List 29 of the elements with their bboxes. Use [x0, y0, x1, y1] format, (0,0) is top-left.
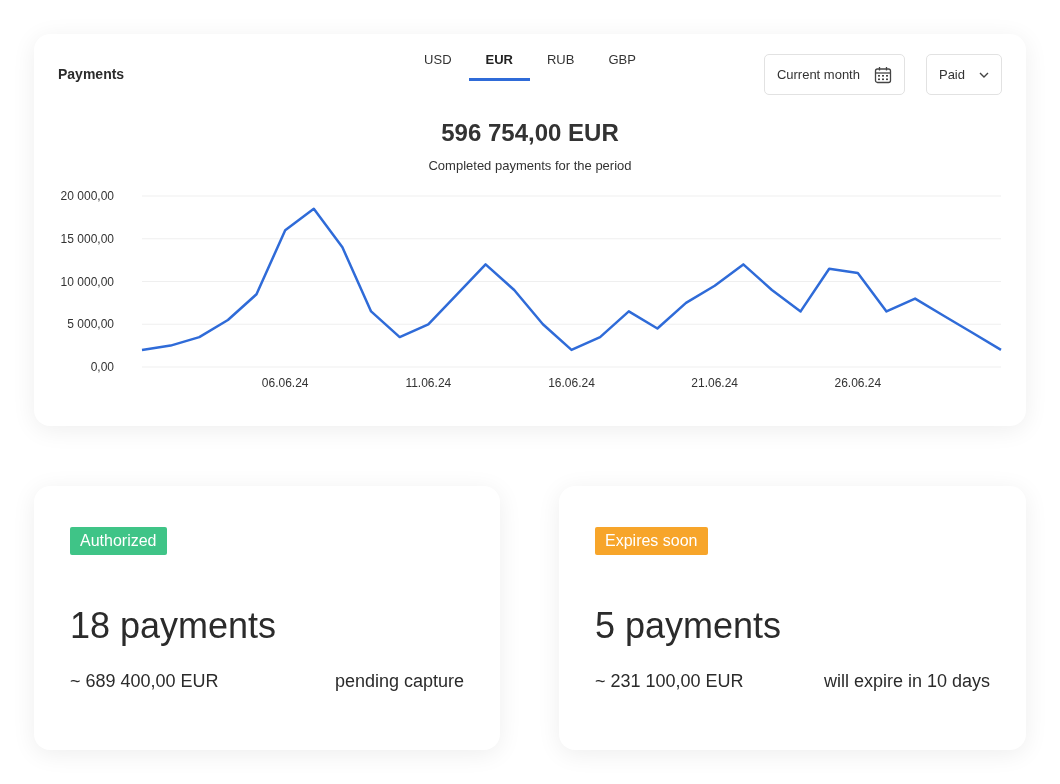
- chevron-down-icon: [979, 71, 989, 78]
- payment-count: 18 payments: [70, 605, 278, 647]
- period-button[interactable]: Current month: [763, 54, 905, 95]
- currency-tab[interactable]: RUB: [530, 52, 592, 81]
- amount-text: ~ 689 400,00 EUR: [70, 671, 219, 692]
- status-tag: Expires soon: [595, 527, 708, 555]
- status-dropdown[interactable]: Paid: [925, 54, 1002, 95]
- currency-tab[interactable]: EUR: [468, 52, 530, 81]
- amount-text: ~ 231 100,00 EUR: [595, 671, 744, 692]
- x-axis-label: 26.06.24: [834, 376, 882, 390]
- note-text: will expire in 10 days: [823, 671, 990, 692]
- total-amount: 596 754,00 EUR: [440, 119, 620, 147]
- x-axis-label: 21.06.24: [691, 376, 739, 390]
- calendar-icon: [873, 65, 892, 84]
- y-axis-label: 20 000,00: [60, 189, 114, 203]
- status-tag: Authorized: [70, 527, 167, 555]
- y-axis-label: 5 000,00: [67, 317, 114, 332]
- x-axis-label: 11.06.24: [405, 376, 452, 390]
- note-text: pending capture: [334, 671, 464, 692]
- x-axis-label: 16.06.24: [548, 376, 595, 390]
- x-axis-label: 06.06.24: [261, 376, 309, 390]
- y-axis-label: 10 000,00: [60, 274, 114, 289]
- y-axis-label: 0,00: [90, 360, 114, 374]
- payment-count: 5 payments: [595, 605, 783, 647]
- total-caption: Completed payments for the period: [427, 158, 633, 173]
- currency-tab[interactable]: USD: [407, 52, 469, 81]
- currency-tab[interactable]: GBP: [591, 52, 653, 81]
- card-title: Payments: [58, 66, 125, 82]
- y-axis-label: 15 000,00: [60, 231, 114, 246]
